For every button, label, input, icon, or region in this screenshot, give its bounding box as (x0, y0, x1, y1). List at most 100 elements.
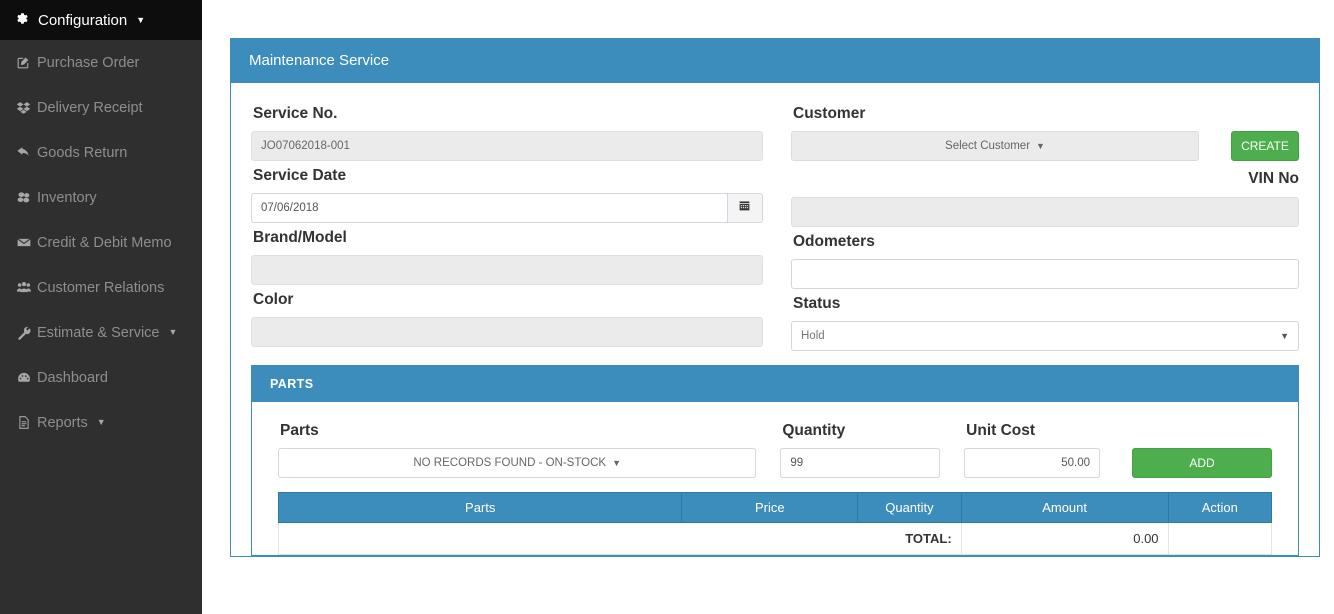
maintenance-service-panel: Maintenance Service Service No. Service … (230, 38, 1320, 557)
vin-no-label: VIN No (1248, 170, 1299, 187)
total-label: TOTAL: (278, 522, 962, 555)
panel-body: Service No. Service Date Brand/Model (231, 83, 1319, 556)
caret-down-icon: ▼ (612, 458, 622, 468)
sidebar-item-delivery-receipt[interactable]: Delivery Receipt (0, 85, 202, 130)
customer-label: Customer (793, 105, 866, 122)
status-select[interactable]: Hold ▼ (791, 321, 1299, 351)
quantity-input[interactable] (780, 448, 941, 478)
sidebar-item-credit-debit-memo[interactable]: Credit & Debit Memo (0, 220, 202, 265)
service-date-group (251, 193, 763, 223)
sidebar-item-label: Credit & Debit Memo (37, 234, 172, 251)
sidebar: Configuration ▼ Purchase Order Delivery … (0, 0, 202, 614)
caret-down-icon: ▼ (1036, 141, 1045, 151)
customer-select-label: Select Customer (945, 140, 1031, 152)
add-button-wrap: ADD (1132, 448, 1273, 478)
form-column-right: Customer Select Customer ▼ CREATE VIN No… (777, 99, 1299, 351)
form-column-left: Service No. Service Date Brand/Model (251, 99, 777, 351)
edit-square-icon (16, 55, 37, 70)
status-value: Hold (801, 330, 825, 342)
service-date-input[interactable] (251, 193, 728, 223)
sidebar-item-customer-relations[interactable]: Customer Relations (0, 265, 202, 310)
file-text-icon (16, 415, 37, 430)
sidebar-item-label: Dashboard (37, 369, 108, 386)
brand-model-input[interactable] (251, 255, 763, 285)
app-root: Configuration ▼ Purchase Order Delivery … (0, 0, 1334, 614)
odometers-label: Odometers (793, 233, 875, 250)
sidebar-item-label: Inventory (37, 189, 97, 206)
dropbox-icon (16, 100, 37, 115)
add-button[interactable]: ADD (1132, 448, 1273, 478)
color-label: Color (253, 291, 294, 308)
unit-cost-field-group: Unit Cost (964, 416, 1101, 478)
main-content: Maintenance Service Service No. Service … (202, 0, 1334, 614)
parts-table: Parts Price Quantity Amount Action TOTAL… (277, 492, 1273, 555)
sidebar-item-label: Purchase Order (37, 54, 140, 71)
sidebar-item-label: Customer Relations (37, 279, 165, 296)
cubes-icon (16, 190, 37, 205)
page-title: Maintenance Service (249, 52, 390, 69)
service-no-label: Service No. (253, 105, 338, 122)
sidebar-item-inventory[interactable]: Inventory (0, 175, 202, 220)
envelope-icon (16, 235, 37, 250)
unit-cost-input[interactable] (964, 448, 1101, 478)
brand-model-label: Brand/Model (253, 229, 347, 246)
gear-icon (14, 11, 29, 29)
panel-title-bar: Maintenance Service (231, 38, 1319, 83)
parts-table-body: TOTAL: 0.00 (278, 522, 1273, 555)
reply-arrow-icon (16, 145, 37, 160)
customer-select-wrap: Select Customer ▼ (791, 131, 1199, 161)
service-date-label: Service Date (253, 167, 347, 184)
parts-panel: PARTS Parts NO RECORDS FOUND - ON-STOCK … (251, 365, 1299, 556)
create-button[interactable]: CREATE (1231, 131, 1299, 161)
chevron-down-icon: ▼ (168, 327, 178, 337)
quantity-label: Quantity (782, 422, 846, 439)
parts-panel-title-bar: PARTS (252, 365, 1298, 402)
parts-entry-row: Parts NO RECORDS FOUND - ON-STOCK ▼ Quan… (278, 416, 1273, 478)
sidebar-header-label: Configuration (38, 11, 128, 29)
status-label: Status (793, 295, 841, 312)
create-button-wrap: CREATE (1231, 131, 1299, 161)
parts-select-dropdown[interactable]: NO RECORDS FOUND - ON-STOCK ▼ (278, 448, 757, 478)
total-action-cell (1167, 522, 1273, 555)
sidebar-item-reports[interactable]: Reports ▼ (0, 400, 202, 445)
wrench-icon (16, 325, 37, 340)
parts-panel-body: Parts NO RECORDS FOUND - ON-STOCK ▼ Quan… (252, 402, 1298, 555)
chevron-down-icon: ▼ (96, 417, 106, 427)
sidebar-item-label: Reports (37, 414, 88, 431)
parts-field-group: Parts NO RECORDS FOUND - ON-STOCK ▼ (278, 416, 757, 478)
parts-select-label: NO RECORDS FOUND - ON-STOCK (413, 457, 607, 469)
parts-table-head: Parts Price Quantity Amount Action (277, 492, 1273, 523)
customer-row: Select Customer ▼ CREATE (791, 131, 1299, 161)
column-header-amount: Amount (960, 492, 1169, 523)
total-value: 0.00 (960, 522, 1169, 555)
form-row-1: Service No. Service Date Brand/Model (251, 99, 1299, 351)
parts-table-header-row: Parts Price Quantity Amount Action (277, 492, 1273, 523)
sidebar-item-label: Estimate & Service (37, 324, 160, 341)
parts-table-total-row: TOTAL: 0.00 (278, 522, 1273, 555)
parts-label: Parts (280, 422, 319, 439)
odometers-input[interactable] (791, 259, 1299, 289)
service-no-input[interactable] (251, 131, 763, 161)
vin-no-input[interactable] (791, 197, 1299, 227)
users-icon (16, 280, 37, 295)
column-header-parts: Parts (277, 492, 683, 523)
sidebar-item-goods-return[interactable]: Goods Return (0, 130, 202, 175)
column-header-quantity: Quantity (857, 492, 962, 523)
sidebar-item-label: Goods Return (37, 144, 128, 161)
caret-down-icon: ▼ (1280, 331, 1289, 341)
calendar-icon (738, 199, 751, 217)
parts-panel-title: PARTS (270, 376, 314, 391)
sidebar-header-configuration[interactable]: Configuration ▼ (0, 0, 202, 40)
sidebar-item-estimate-and-service[interactable]: Estimate & Service ▼ (0, 310, 202, 355)
calendar-button[interactable] (727, 193, 763, 223)
color-input[interactable] (251, 317, 763, 347)
quantity-field-group: Quantity (780, 416, 941, 478)
sidebar-item-label: Delivery Receipt (37, 99, 143, 116)
chevron-down-icon: ▼ (136, 15, 146, 25)
tachometer-icon (16, 370, 37, 385)
column-header-price: Price (681, 492, 859, 523)
sidebar-item-purchase-order[interactable]: Purchase Order (0, 40, 202, 85)
column-header-action: Action (1167, 492, 1273, 523)
sidebar-item-dashboard[interactable]: Dashboard (0, 355, 202, 400)
customer-select-dropdown[interactable]: Select Customer ▼ (791, 131, 1199, 161)
